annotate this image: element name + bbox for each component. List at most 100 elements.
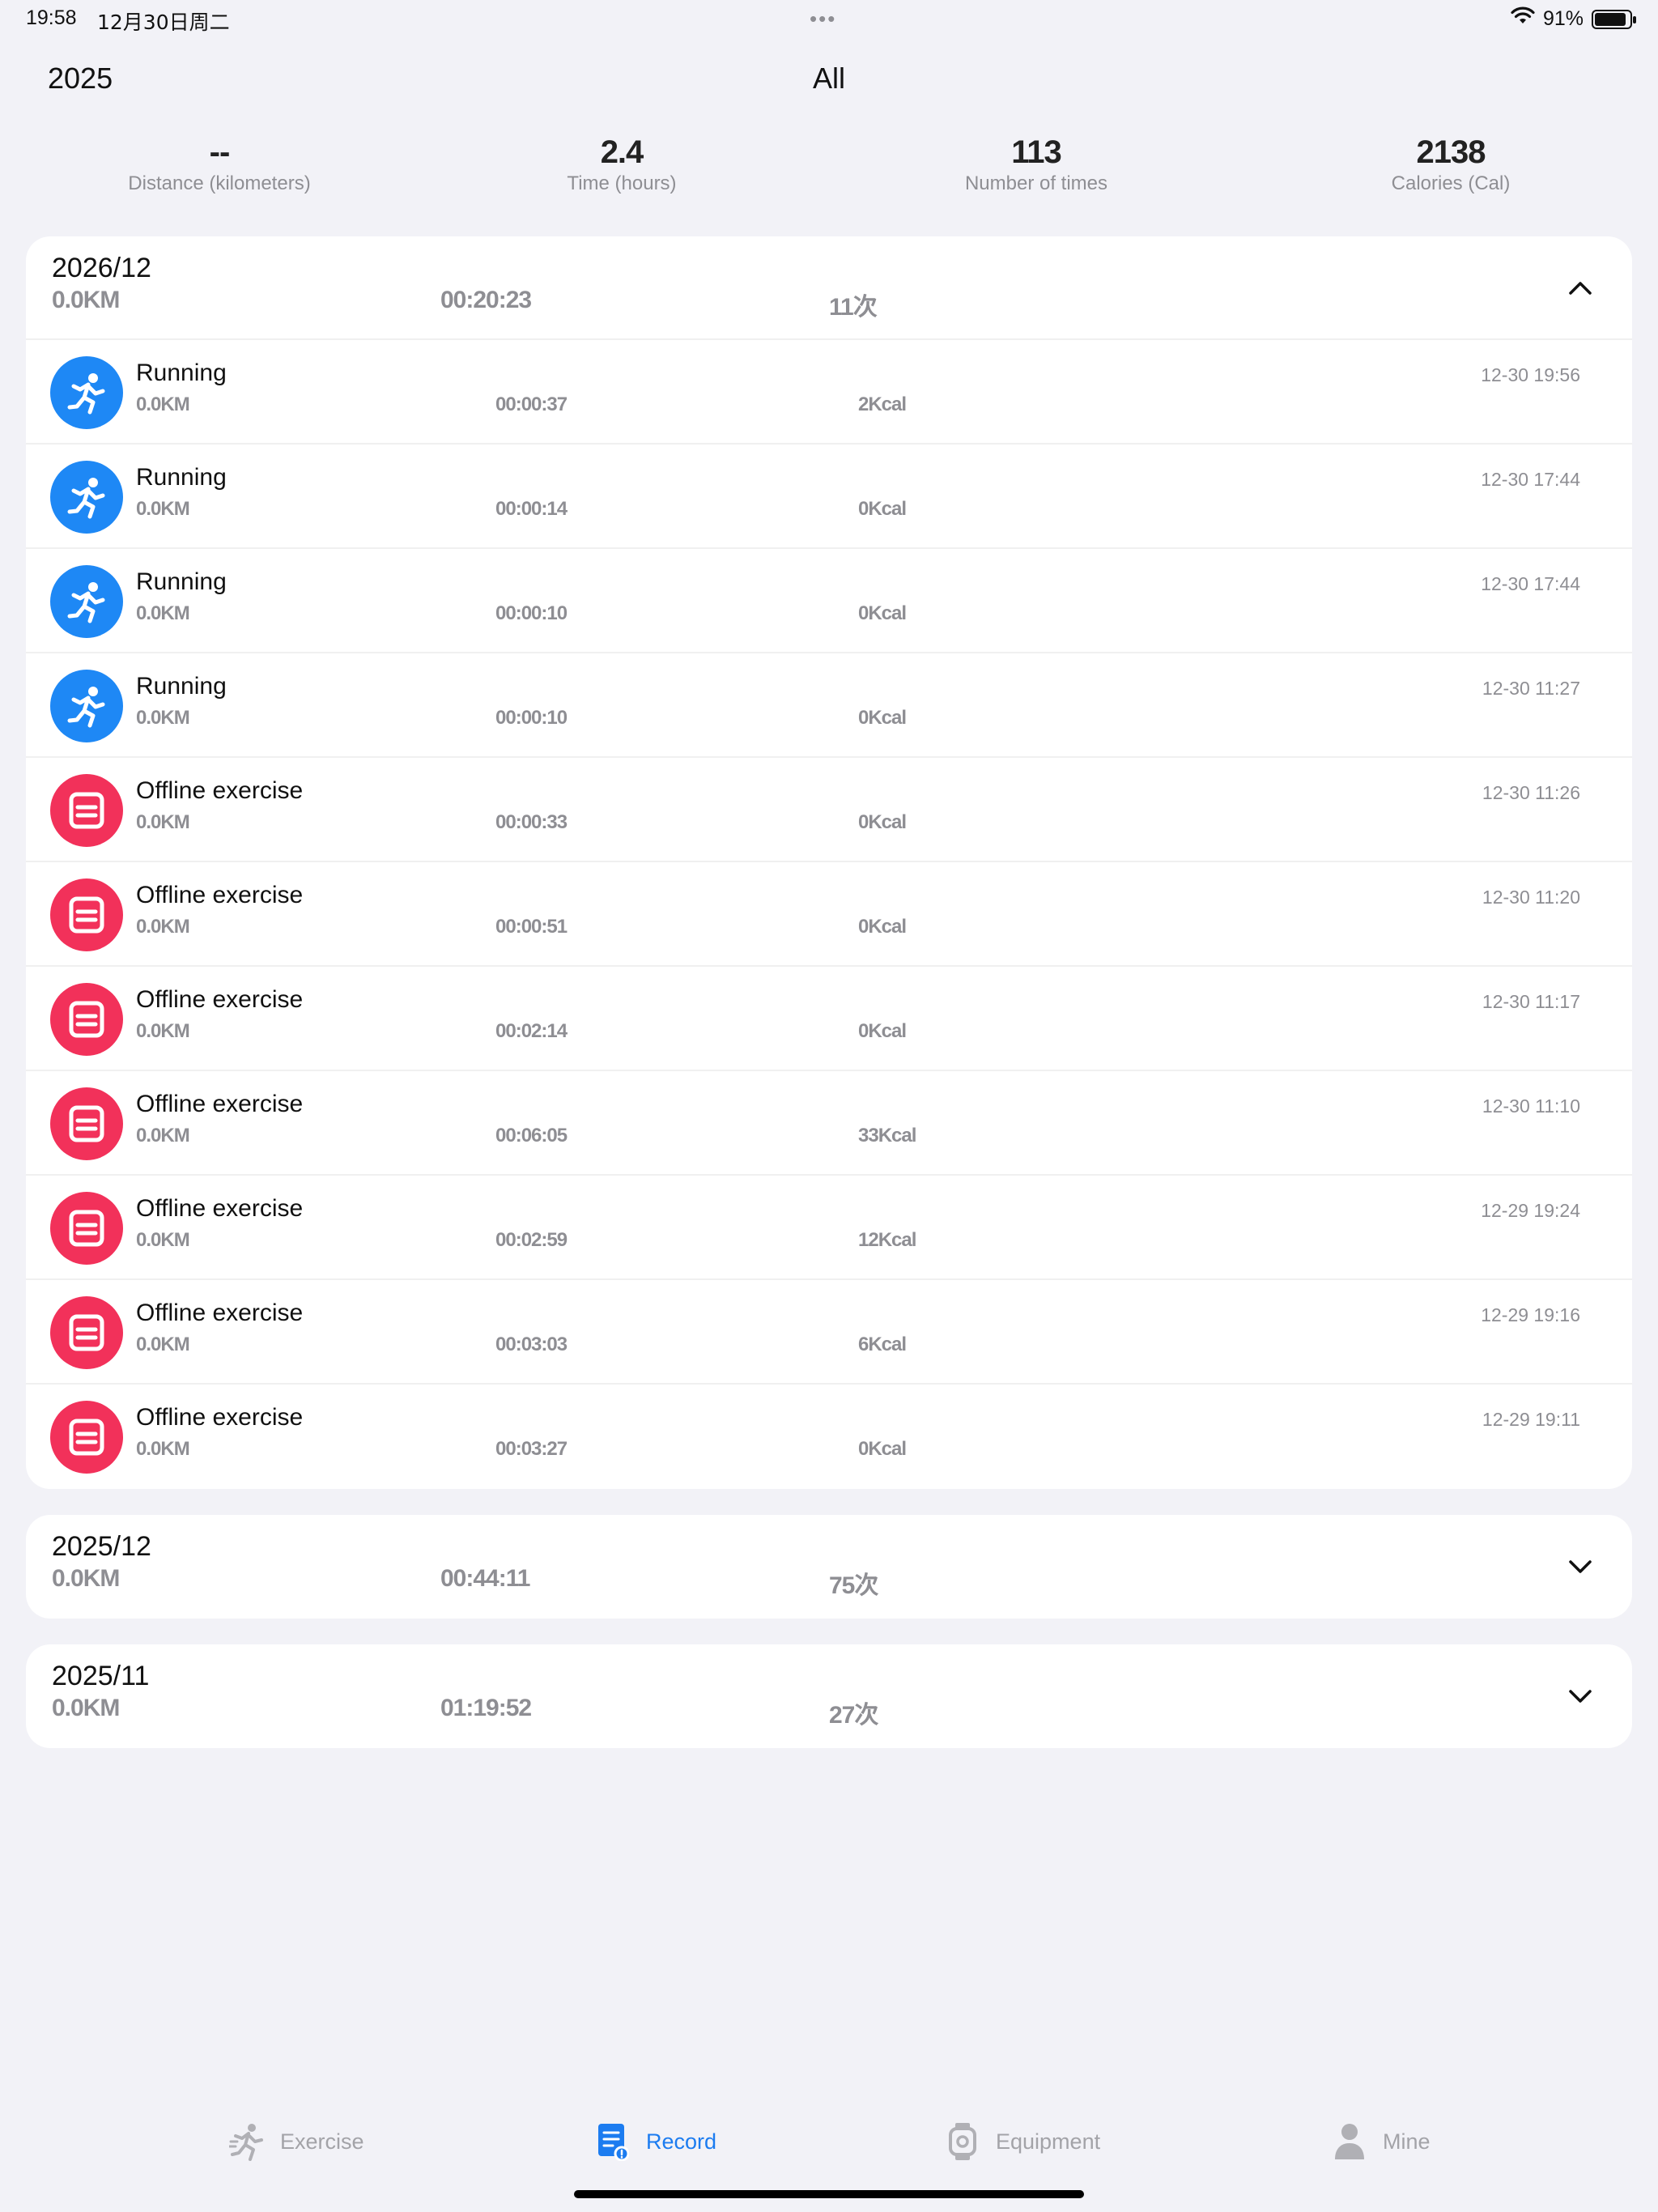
record-duration: 00:03:27	[495, 1438, 568, 1460]
month-card: 2025/11 0.0KM 01:19:52 27次	[26, 1644, 1632, 1748]
record-distance: 0.0KM	[136, 916, 190, 938]
summary-time-label: Time (hours)	[567, 172, 677, 194]
watch-icon	[944, 2121, 981, 2163]
record-calories: 0Kcal	[858, 811, 907, 833]
summary-time: 2.4 Time (hours)	[414, 132, 829, 195]
status-bar: 19:58 12月30日周二 ••• 91%	[0, 0, 1658, 40]
record-name: Running	[136, 464, 227, 491]
month-header[interactable]: 2025/11 0.0KM 01:19:52 27次	[26, 1644, 1632, 1748]
summary-count: 113 Number of times	[829, 132, 1244, 195]
record-calories: 6Kcal	[858, 1334, 907, 1355]
record-row[interactable]: Offline exercise 0.0KM 00:03:27 0Kcal 12-29 …	[26, 1385, 1632, 1489]
record-calories: 12Kcal	[858, 1229, 916, 1251]
month-distance: 0.0KM	[52, 1565, 120, 1592]
tab-record[interactable]: Record	[594, 2105, 716, 2178]
record-calories: 0Kcal	[858, 707, 907, 729]
record-row[interactable]: Running 0.0KM 00:00:14 0Kcal 12-30 17:44	[26, 445, 1632, 549]
chevron-down-icon[interactable]	[1564, 1680, 1596, 1712]
month-duration: 00:20:23	[440, 287, 532, 313]
offline-exercise-icon	[50, 774, 123, 847]
running-icon	[50, 461, 123, 534]
record-name: Running	[136, 568, 227, 595]
record-icon	[594, 2121, 631, 2163]
wifi-icon	[1511, 6, 1535, 32]
record-distance: 0.0KM	[136, 602, 190, 624]
home-indicator[interactable]	[574, 2190, 1084, 2198]
month-count: 11次	[829, 294, 878, 321]
tab-exercise[interactable]: Exercise	[228, 2105, 364, 2178]
month-count: 27次	[829, 1702, 878, 1729]
record-datetime: 12-30 17:44	[1481, 573, 1580, 594]
summary-time-value: 2.4	[600, 134, 644, 170]
record-name: Offline exercise	[136, 986, 304, 1013]
record-datetime: 12-30 17:44	[1481, 469, 1580, 490]
person-icon	[1331, 2121, 1368, 2163]
month-card: 2025/12 0.0KM 00:44:11 75次	[26, 1515, 1632, 1619]
month-distance: 0.0KM	[52, 287, 120, 313]
record-datetime: 12-30 11:17	[1482, 991, 1580, 1012]
record-datetime: 12-30 11:27	[1482, 678, 1580, 699]
running-icon	[50, 670, 123, 742]
record-distance: 0.0KM	[136, 811, 190, 833]
record-name: Offline exercise	[136, 1091, 304, 1117]
month-header[interactable]: 2025/12 0.0KM 00:44:11 75次	[26, 1515, 1632, 1619]
record-row[interactable]: Offline exercise 0.0KM 00:00:33 0Kcal 12-30 …	[26, 758, 1632, 862]
record-name: Offline exercise	[136, 1300, 304, 1326]
month-title: 2026/12	[52, 253, 151, 283]
tab-record-label: Record	[646, 2129, 717, 2154]
multitask-dots-icon[interactable]: •••	[810, 6, 836, 32]
tab-equipment-label: Equipment	[996, 2129, 1101, 2154]
record-name: Offline exercise	[136, 1195, 304, 1222]
record-row[interactable]: Offline exercise 0.0KM 00:00:51 0Kcal 12-30 …	[26, 862, 1632, 967]
record-row[interactable]: Offline exercise 0.0KM 00:06:05 33Kcal 12-30…	[26, 1071, 1632, 1176]
record-calories: 2Kcal	[858, 393, 907, 415]
record-datetime: 12-29 19:16	[1481, 1304, 1580, 1325]
summary-calories: 2138 Calories (Cal)	[1244, 132, 1658, 195]
summary-count-value: 113	[1011, 134, 1062, 170]
status-date: 12月30日周二	[97, 11, 230, 34]
offline-exercise-icon	[50, 1401, 123, 1474]
month-title: 2025/11	[52, 1661, 150, 1691]
month-count: 75次	[829, 1572, 878, 1599]
record-row[interactable]: Running 0.0KM 00:00:10 0Kcal 12-30 11:27	[26, 653, 1632, 758]
filter-selector[interactable]: All	[0, 62, 1658, 96]
record-row[interactable]: Running 0.0KM 00:00:37 2Kcal 12-30 19:56	[26, 340, 1632, 445]
tab-equipment[interactable]: Equipment	[944, 2105, 1100, 2178]
record-datetime: 12-29 19:11	[1482, 1409, 1580, 1430]
record-name: Running	[136, 673, 227, 700]
record-row[interactable]: Offline exercise 0.0KM 00:03:03 6Kcal 12-29 …	[26, 1280, 1632, 1385]
record-duration: 00:00:37	[495, 393, 568, 415]
record-distance: 0.0KM	[136, 1020, 190, 1042]
record-duration: 00:00:51	[495, 916, 568, 938]
record-duration: 00:00:14	[495, 498, 568, 520]
status-time: 19:58	[26, 6, 77, 29]
tab-mine[interactable]: Mine	[1331, 2105, 1431, 2178]
record-calories: 33Kcal	[858, 1125, 916, 1146]
offline-exercise-icon	[50, 878, 123, 951]
record-distance: 0.0KM	[136, 393, 190, 415]
chevron-down-icon[interactable]	[1564, 1551, 1596, 1583]
chevron-up-icon[interactable]	[1564, 272, 1596, 304]
record-distance: 0.0KM	[136, 707, 190, 729]
battery-icon	[1592, 9, 1636, 29]
exercise-icon	[228, 2121, 266, 2163]
month-distance: 0.0KM	[52, 1695, 120, 1721]
record-row[interactable]: Running 0.0KM 00:00:10 0Kcal 12-30 17:44	[26, 549, 1632, 653]
month-card: 2026/12 0.0KM 00:20:23 11次 Running 0.0KM 00:00…	[26, 236, 1632, 1489]
record-distance: 0.0KM	[136, 1334, 190, 1355]
summary-calories-value: 2138	[1416, 134, 1486, 170]
record-distance: 0.0KM	[136, 498, 190, 520]
record-duration: 00:02:14	[495, 1020, 568, 1042]
month-duration: 01:19:52	[440, 1695, 532, 1721]
record-calories: 0Kcal	[858, 602, 907, 624]
record-row[interactable]: Offline exercise 0.0KM 00:02:59 12Kcal 12-29…	[26, 1176, 1632, 1280]
record-datetime: 12-30 19:56	[1481, 364, 1580, 385]
month-header[interactable]: 2026/12 0.0KM 00:20:23 11次	[26, 236, 1632, 340]
offline-exercise-icon	[50, 983, 123, 1056]
tab-mine-label: Mine	[1383, 2129, 1431, 2154]
record-distance: 0.0KM	[136, 1125, 190, 1146]
summary-calories-label: Calories (Cal)	[1391, 172, 1511, 194]
month-duration: 00:44:11	[440, 1565, 530, 1592]
record-row[interactable]: Offline exercise 0.0KM 00:02:14 0Kcal 12-30 …	[26, 967, 1632, 1071]
record-name: Running	[136, 359, 227, 386]
